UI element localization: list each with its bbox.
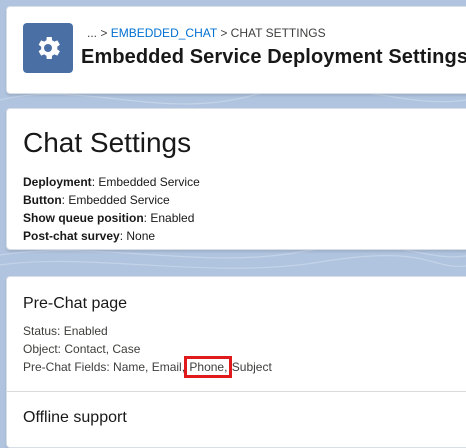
breadcrumb-current: CHAT SETTINGS — [230, 26, 326, 40]
header-card: ... > EMBEDDED_CHAT > CHAT SETTINGS Embe… — [6, 6, 466, 94]
chat-settings-title: Chat Settings — [23, 127, 192, 158]
offline-support-title: Offline support — [23, 409, 127, 426]
section-divider — [7, 391, 466, 392]
prechat-status: Status: Enabled — [23, 324, 108, 338]
prechat-fields-suffix: Subject — [231, 360, 272, 374]
breadcrumb-separator: > — [220, 26, 228, 40]
page-title: Embedded Service Deployment Settings — [81, 46, 466, 68]
setting-label: Post-chat survey — [23, 229, 120, 243]
setting-value: None — [126, 229, 156, 243]
setting-queue-position: Show queue position: Enabled — [23, 211, 195, 225]
prechat-object: Object: Contact, Case — [23, 342, 141, 356]
prechat-fields-prefix: Pre-Chat Fields: Name, Email, — [23, 360, 186, 374]
prechat-card: Pre-Chat page Status: Enabled Object: Co… — [6, 276, 466, 448]
breadcrumb-ellipsis[interactable]: ... — [87, 26, 97, 40]
setting-value: Enabled — [150, 211, 195, 225]
setting-value: Embedded Service — [98, 175, 200, 189]
setting-post-chat-survey: Post-chat survey: None — [23, 229, 156, 243]
prechat-title: Pre-Chat page — [23, 295, 128, 312]
setting-button: Button: Embedded Service — [23, 193, 170, 207]
gear-icon — [23, 23, 73, 73]
setting-label: Show queue position — [23, 211, 144, 225]
breadcrumb-separator: > — [100, 26, 108, 40]
prechat-fields: Pre-Chat Fields: Name, Email, Phone, Sub… — [23, 356, 272, 378]
setting-label: Button — [23, 193, 62, 207]
breadcrumb-link-embedded-chat[interactable]: EMBEDDED_CHAT — [111, 26, 217, 40]
chat-settings-card: Chat Settings Deployment: Embedded Servi… — [6, 108, 466, 250]
breadcrumb: ... > EMBEDDED_CHAT > CHAT SETTINGS — [87, 26, 326, 40]
highlighted-phone-field: Phone, — [184, 356, 233, 378]
setting-deployment: Deployment: Embedded Service — [23, 175, 200, 189]
setting-label: Deployment — [23, 175, 92, 189]
setting-value: Embedded Service — [68, 193, 170, 207]
